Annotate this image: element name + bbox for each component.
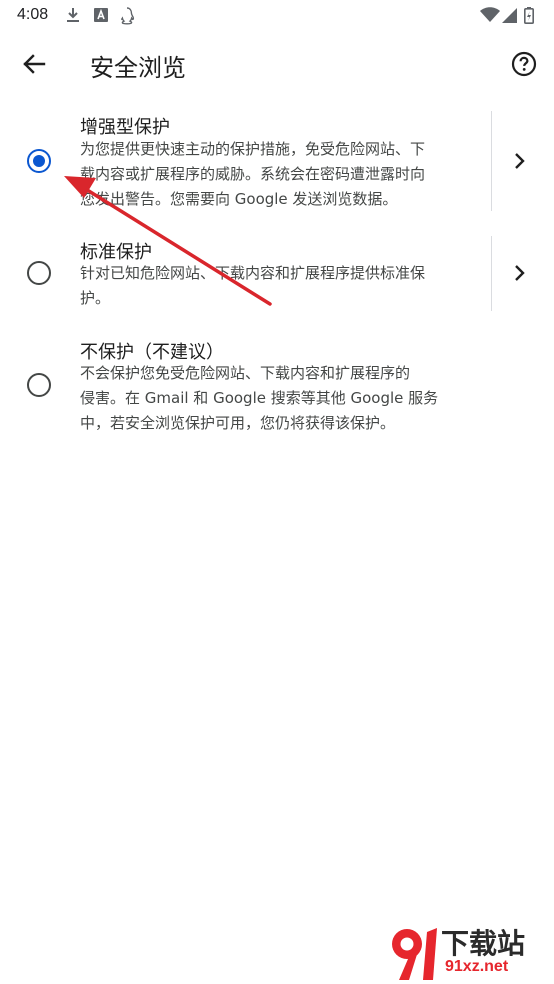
status-bar: 4:08 (0, 0, 554, 32)
radio-enhanced-protection[interactable] (27, 149, 51, 173)
chevron-right-icon[interactable] (506, 259, 534, 287)
option-enhanced-protection[interactable]: 增强型保护 为您提供更快速主动的保护措施，免受危险网站、下 载内容或扩展程序的威… (0, 110, 554, 215)
help-circle-icon[interactable] (506, 46, 542, 82)
font-a-icon (94, 8, 108, 22)
divider (491, 111, 492, 211)
option-title: 增强型保护 (80, 117, 170, 138)
watermark-logo-icon (392, 928, 437, 980)
radio-no-protection[interactable] (27, 373, 51, 397)
battery-icon (524, 7, 534, 24)
watermark-text: 下载站 (441, 927, 526, 960)
download-icon (67, 8, 79, 22)
page-title: 安全浏览 (90, 54, 186, 82)
screen: 4:08 安全浏览 增强型保护 为您提供更快速主动的保护措施，免受危险网站、下 … (0, 0, 554, 984)
option-no-protection[interactable]: 不保护（不建议） 不会保护您免受危险网站、下载内容和扩展程序的 侵害。在 Gma… (0, 337, 554, 442)
arrow-back-icon[interactable] (16, 46, 52, 82)
watermark: 下载站 91xz.net (383, 920, 554, 984)
option-description: 不会保护您免受危险网站、下载内容和扩展程序的 侵害。在 Gmail 和 Goog… (80, 364, 439, 432)
qq-penguin-icon (121, 7, 135, 25)
option-standard-protection[interactable]: 标准保护 针对已知危险网站、下载内容和扩展程序提供标准保 护。 (0, 235, 554, 315)
option-description: 针对已知危险网站、下载内容和扩展程序提供标准保 护。 (80, 264, 426, 307)
watermark-url: 91xz.net (445, 958, 509, 975)
signal-icon (502, 8, 517, 23)
chevron-right-icon[interactable] (506, 147, 534, 175)
divider (491, 236, 492, 311)
app-bar: 安全浏览 (0, 32, 554, 96)
option-description: 为您提供更快速主动的保护措施，免受危险网站、下 载内容或扩展程序的威胁。系统会在… (80, 140, 426, 208)
status-time: 4:08 (17, 6, 49, 23)
wifi-icon (480, 7, 500, 22)
radio-standard-protection[interactable] (27, 261, 51, 285)
